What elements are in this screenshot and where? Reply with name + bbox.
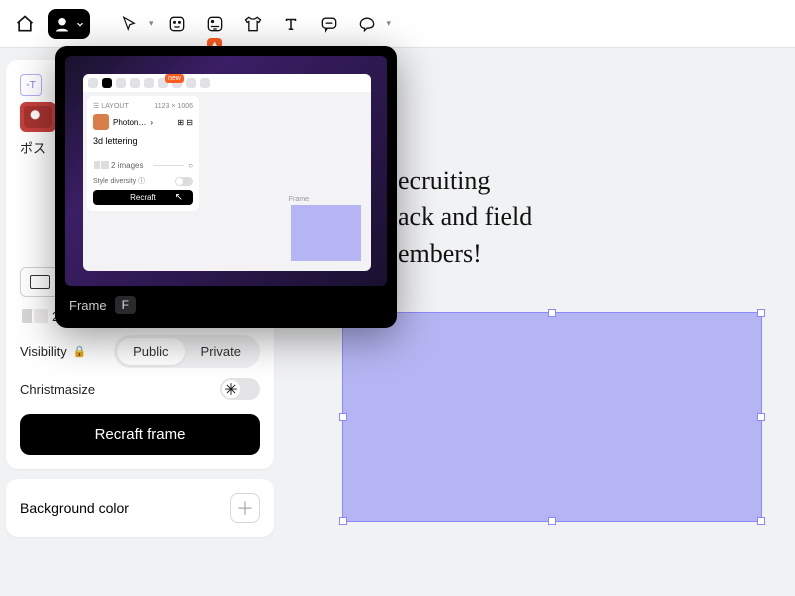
visibility-toggle[interactable]: Public Private <box>114 335 260 368</box>
tooltip-shortcut: F <box>115 296 136 314</box>
resize-handle-bl[interactable] <box>339 517 347 525</box>
image-dropdown[interactable]: ▾ <box>387 18 392 29</box>
frame-tooltip: new ☰ LAYOUT1123 × 1006 Photon…›⊞ ⊟ 3d l… <box>55 46 397 328</box>
image-count-swatches <box>20 307 44 325</box>
resize-handle-mt[interactable] <box>548 309 556 317</box>
recraft-frame-button[interactable]: Recraft frame <box>20 414 260 455</box>
chat-tool[interactable] <box>314 9 344 39</box>
text-tool[interactable] <box>276 9 306 39</box>
recraft-menu-button[interactable] <box>48 9 90 39</box>
text-line-3: embers! <box>398 236 532 272</box>
toggle-knob <box>222 380 240 398</box>
resize-handle-br[interactable] <box>757 517 765 525</box>
text-line-2: ack and field <box>398 199 532 235</box>
resize-handle-mr[interactable] <box>757 413 765 421</box>
pointer-dropdown[interactable]: ▾ <box>149 18 154 29</box>
selected-frame[interactable] <box>342 312 762 522</box>
lock-icon: 🔒 <box>73 345 87 358</box>
resize-handle-ml[interactable] <box>339 413 347 421</box>
visibility-public[interactable]: Public <box>117 338 184 365</box>
face-tool[interactable] <box>162 9 192 39</box>
christmasize-toggle[interactable] <box>220 378 260 400</box>
aspect-ratio-button[interactable] <box>20 267 60 297</box>
background-color-label: Background color <box>20 500 129 516</box>
tooltip-title: Frame <box>69 298 107 313</box>
home-button[interactable] <box>10 9 40 39</box>
frame-tool[interactable]: ▲ <box>200 9 230 39</box>
style-icon[interactable]: ◦T <box>20 74 42 96</box>
tshirt-tool[interactable] <box>238 9 268 39</box>
resize-handle-tr[interactable] <box>757 309 765 317</box>
background-color-panel: Background color ＋ <box>6 479 274 537</box>
text-line-1: ecruiting <box>398 163 532 199</box>
christmasize-label: Christmasize <box>20 382 95 397</box>
pointer-tool[interactable] <box>114 9 144 39</box>
tooltip-preview: new ☰ LAYOUT1123 × 1006 Photon…›⊞ ⊟ 3d l… <box>65 56 387 286</box>
visibility-private[interactable]: Private <box>185 338 257 365</box>
canvas-heading: ecruiting ack and field embers! <box>398 163 532 272</box>
snowflake-icon <box>224 382 238 396</box>
add-background-button[interactable]: ＋ <box>230 493 260 523</box>
image-tool[interactable] <box>352 9 382 39</box>
top-toolbar: ▾ ▲ ▾ <box>0 0 795 48</box>
style-thumbnail[interactable] <box>20 102 56 132</box>
resize-handle-mb[interactable] <box>548 517 556 525</box>
visibility-label: Visibility <box>20 344 67 359</box>
